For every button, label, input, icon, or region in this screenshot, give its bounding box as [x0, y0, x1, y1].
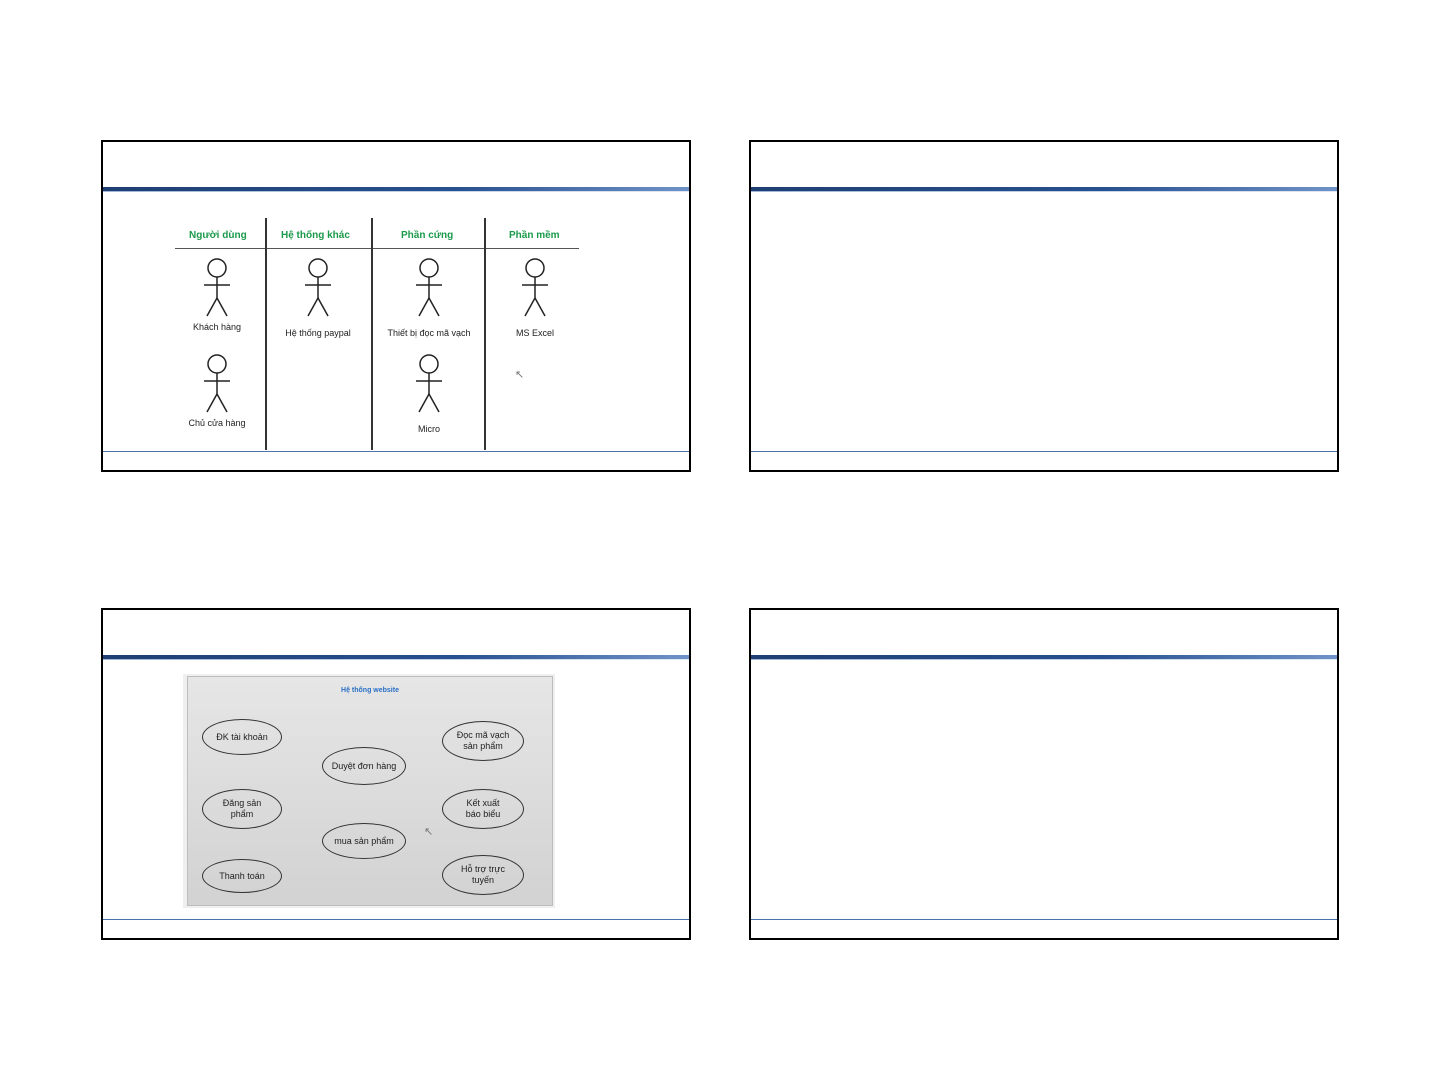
actor-label: Thiết bị đọc mã vạch: [387, 328, 471, 338]
use-case-post-product: Đăng sản phẩm: [202, 789, 282, 829]
slide-title: [103, 610, 689, 654]
slide-title: [103, 142, 689, 186]
system-boundary-title: Hệ thống website: [341, 687, 399, 694]
actor-stick-figure-icon: [204, 354, 230, 413]
actor-stick-figure-icon: [416, 354, 442, 413]
header-divider: [175, 248, 579, 249]
footer-rule: [103, 451, 689, 452]
actor-shop-owner: Chủ cửa hàng: [181, 354, 253, 428]
use-case-export-report: Kết xuất báo biểu: [442, 789, 524, 829]
actor-barcode-reader: Thiết bị đọc mã vạch: [377, 258, 481, 338]
use-case-diagram: Hệ thống website ĐK tài khoản Duyệt đơn …: [187, 676, 553, 906]
actor-customer: Khách hàng: [181, 258, 253, 332]
column-header-hardware: Phần cứng: [401, 230, 454, 241]
use-case-label: Đăng sản phẩm: [222, 798, 262, 819]
column-header-users: Người dùng: [189, 230, 247, 241]
actor-paypal-system: Hệ thống paypal: [275, 258, 361, 338]
use-case-label: ĐK tài khoản: [216, 731, 268, 742]
actor-ms-excel: MS Excel: [497, 258, 573, 338]
title-rule-sub: [103, 191, 689, 192]
actor-label: Hệ thống paypal: [285, 328, 351, 338]
use-case-label: Kết xuất báo biểu: [465, 798, 501, 819]
actor-microphone: Micro: [395, 354, 463, 434]
column-separator: [371, 218, 373, 450]
use-case-buy-product: mua sản phẩm: [322, 823, 406, 859]
actor-table: Người dùng Hệ thống khác Phần cứng Phần …: [175, 218, 579, 450]
slide-title: [751, 610, 1337, 654]
use-case-label: Đọc mã vạch sản phẩm: [456, 730, 510, 751]
actor-stick-figure-icon: [522, 258, 548, 317]
title-rule-sub: [103, 659, 689, 660]
actor-label: Micro: [418, 424, 440, 434]
use-case-online-support: Hỗ trợ trực tuyến: [442, 855, 524, 895]
slide-4: [749, 608, 1339, 940]
mouse-cursor-icon: ↖: [515, 369, 525, 381]
actor-stick-figure-icon: [305, 258, 331, 317]
title-rule-sub: [751, 659, 1337, 660]
actor-stick-figure-icon: [416, 258, 442, 317]
actor-stick-figure-icon: [204, 258, 230, 317]
slide-title: [751, 142, 1337, 186]
use-case-register-account: ĐK tài khoản: [202, 719, 282, 755]
slide-3: Hệ thống website ĐK tài khoản Duyệt đơn …: [101, 608, 691, 940]
use-case-label: Thanh toán: [219, 870, 265, 881]
column-separator: [484, 218, 486, 450]
actor-label: Khách hàng: [192, 322, 242, 332]
title-rule-sub: [751, 191, 1337, 192]
use-case-label: mua sản phẩm: [334, 835, 394, 846]
mouse-cursor-icon: ↖: [424, 826, 434, 838]
use-case-label: Hỗ trợ trực tuyến: [461, 864, 505, 885]
footer-rule: [751, 451, 1337, 452]
column-header-other-systems: Hệ thống khác: [281, 230, 350, 241]
slide-2: [749, 140, 1339, 472]
use-case-label: Duyệt đơn hàng: [331, 760, 397, 771]
use-case-review-orders: Duyệt đơn hàng: [322, 747, 406, 785]
footer-rule: [751, 919, 1337, 920]
slide-1: Người dùng Hệ thống khác Phần cứng Phần …: [101, 140, 691, 472]
actor-label: Chủ cửa hàng: [188, 418, 246, 428]
actor-label: MS Excel: [515, 328, 554, 338]
use-case-scan-barcode: Đọc mã vạch sản phẩm: [442, 721, 524, 761]
column-header-software: Phần mềm: [509, 230, 560, 241]
footer-rule: [103, 919, 689, 920]
column-separator: [265, 218, 267, 450]
use-case-payment: Thanh toán: [202, 859, 282, 893]
